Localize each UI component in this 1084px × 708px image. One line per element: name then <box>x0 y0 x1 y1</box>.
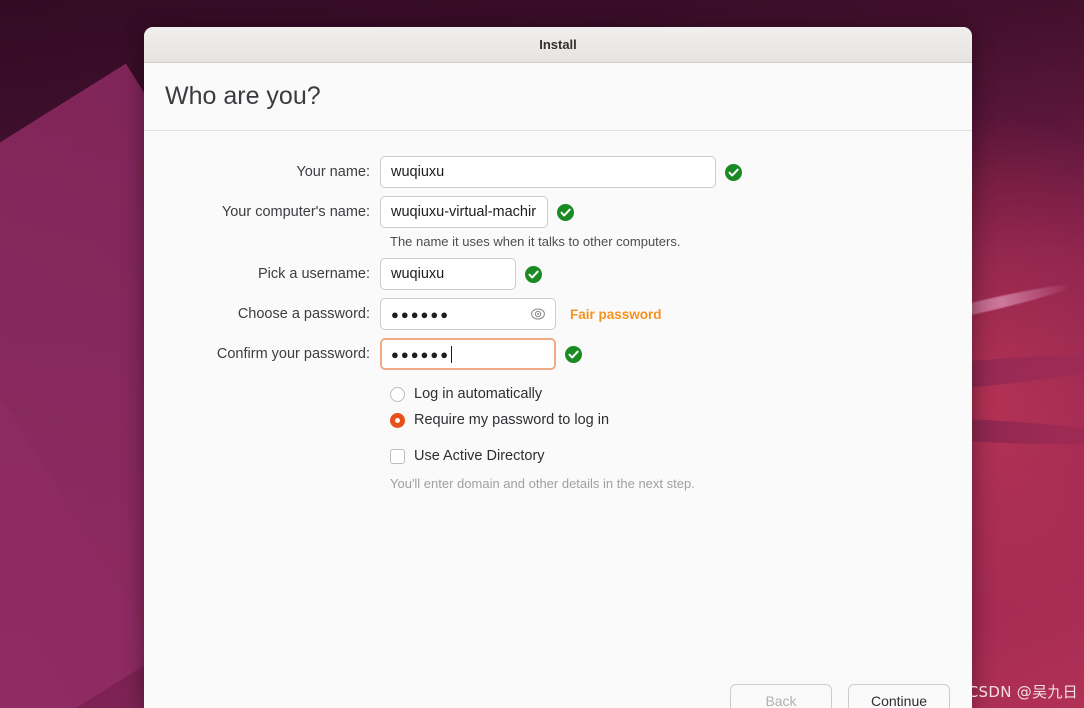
dialog-content: Your name: wuqiuxu Your computer's name:… <box>144 131 972 708</box>
active-directory-hint: You'll enter domain and other details in… <box>390 476 695 491</box>
check-circle-icon <box>525 265 542 283</box>
radio-label-require-password: Require my password to log in <box>414 412 610 428</box>
install-dialog: Install Who are you? Your name: wuqiuxu <box>144 27 972 708</box>
field-row-confirm-password: Confirm your password: ●●●●●● <box>144 338 972 370</box>
field-row-username: Pick a username: wuqiuxu <box>144 258 972 290</box>
radio-indicator-on-icon <box>390 412 405 428</box>
radio-indicator-off-icon <box>390 386 405 402</box>
continue-button[interactable]: Continue <box>848 684 950 708</box>
page-header: Who are you? <box>144 63 972 131</box>
text-caret <box>451 345 453 363</box>
checkbox-use-active-directory[interactable]: Use Active Directory <box>390 444 972 468</box>
label-username: Pick a username: <box>257 266 370 282</box>
your-name-field-wrap: wuqiuxu <box>380 156 742 188</box>
password-field-wrap: ●●●●●● Fair password <box>380 298 662 330</box>
back-button[interactable]: Back <box>730 684 832 708</box>
dialog-footer-buttons: Back Continue <box>730 684 950 708</box>
password-input[interactable]: ●●●●●● <box>380 298 556 330</box>
confirm-password-masked-value: ●●●●●● <box>391 346 451 362</box>
your-name-input[interactable]: wuqiuxu <box>380 156 716 188</box>
window-title: Install <box>539 37 577 52</box>
radio-log-in-automatically[interactable]: Log in automatically <box>390 382 972 406</box>
username-input[interactable]: wuqiuxu <box>380 258 516 290</box>
confirm-password-input[interactable]: ●●●●●● <box>380 338 556 370</box>
computer-name-hint: The name it uses when it talks to other … <box>390 234 681 249</box>
computer-name-field-wrap: wuqiuxu-virtual-machir <box>380 196 574 228</box>
eye-icon[interactable] <box>530 306 546 322</box>
page-title: Who are you? <box>165 82 321 110</box>
window-titlebar: Install <box>144 27 972 63</box>
desktop-background: Install Who are you? Your name: wuqiuxu <box>0 0 1084 708</box>
check-circle-icon <box>565 345 582 363</box>
check-circle-icon <box>725 163 742 181</box>
field-row-your-name: Your name: wuqiuxu <box>144 156 972 188</box>
checkbox-indicator-icon <box>390 448 405 464</box>
checkbox-label-use-active-directory: Use Active Directory <box>414 448 545 464</box>
label-computer-name: Your computer's name: <box>221 204 370 220</box>
user-setup-form: Your name: wuqiuxu Your computer's name:… <box>144 131 972 500</box>
field-row-computer-name: Your computer's name: wuqiuxu-virtual-ma… <box>144 196 972 228</box>
username-field-wrap: wuqiuxu <box>380 258 542 290</box>
check-circle-icon <box>557 203 574 221</box>
label-confirm-password: Confirm your password: <box>216 346 370 362</box>
label-your-name: Your name: <box>296 164 370 180</box>
password-strength-label: Fair password <box>570 306 662 322</box>
password-masked-value: ●●●●●● <box>391 306 451 322</box>
label-password: Choose a password: <box>237 306 370 322</box>
computer-name-input[interactable]: wuqiuxu-virtual-machir <box>380 196 548 228</box>
radio-require-password[interactable]: Require my password to log in <box>390 408 972 432</box>
watermark-text: CSDN @吴九日 <box>967 683 1078 701</box>
radio-label-log-in-automatically: Log in automatically <box>414 386 543 402</box>
field-row-password: Choose a password: ●●●●●● Fair password <box>144 298 972 330</box>
confirm-password-field-wrap: ●●●●●● <box>380 338 582 370</box>
